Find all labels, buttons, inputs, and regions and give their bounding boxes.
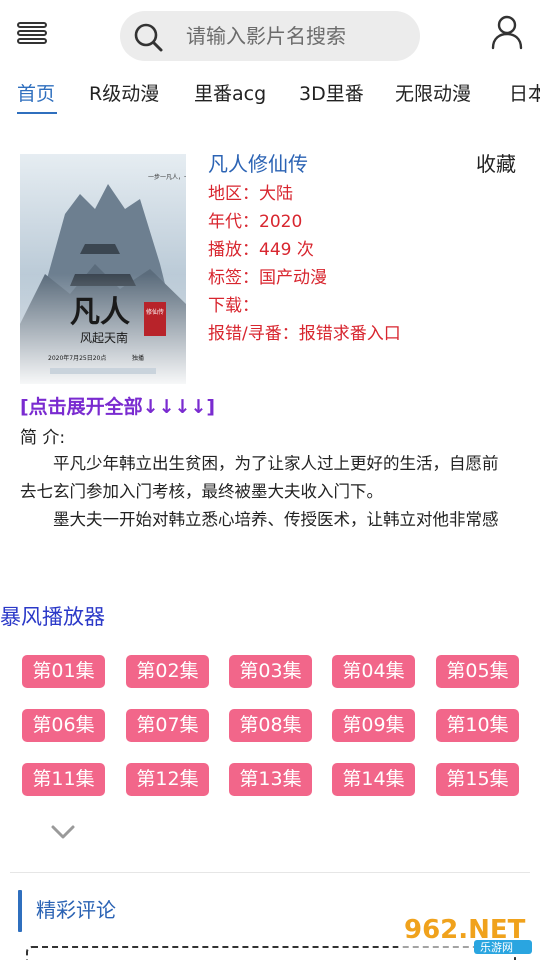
info-label: 地区： [208,184,259,204]
tab-home[interactable]: 首页 [17,80,55,108]
poster-platform: 独播 [132,354,144,362]
episode-grid: 第01集 第02集 第03集 第04集 第05集 第06集 第07集 第08集 … [22,655,522,805]
info-label: 年代： [208,212,259,232]
info-label: 标签： [208,268,259,288]
info-value: 大陆 [259,184,293,204]
episode-button[interactable]: 第05集 [436,655,519,688]
tab-lifan-acg[interactable]: 里番acg [194,80,266,108]
episode-button[interactable]: 第04集 [332,655,415,688]
section-accent-bar [18,890,22,932]
search-input[interactable]: 请输入影片名搜索 [120,11,420,61]
info-value: 449 次 [259,240,314,260]
episode-button[interactable]: 第13集 [229,763,312,796]
poster-image[interactable]: 一步一凡人，一念一仙途 凡人 修仙传 风起天南 2020年7月25日20点 独播 [20,154,186,384]
poster-subtitle: 风起天南 [80,330,128,345]
tag-link[interactable]: 国产动漫 [259,268,327,288]
category-tabs: 首页 R级动漫 里番acg 3D里番 无限动漫 日本 [0,72,540,120]
player-name: 暴风播放器 [0,605,105,629]
search-icon [134,23,163,52]
tab-3d-lifan[interactable]: 3D里番 [299,80,364,108]
poster-title-big: 凡人 [70,295,130,330]
report-link[interactable]: 报错求番入口 [299,324,401,344]
episode-button[interactable]: 第14集 [332,763,415,796]
info-label: 播放： [208,240,259,260]
episode-button[interactable]: 第01集 [22,655,105,688]
user-icon[interactable] [490,14,524,50]
watermark-sub: 乐游网 [480,941,513,954]
episode-button[interactable]: 第12集 [126,763,209,796]
info-label: 报错/寻番： [208,324,299,344]
tab-japan[interactable]: 日本 [509,80,540,108]
info-row-download: 下载： [208,294,259,318]
episode-button[interactable]: 第06集 [22,709,105,742]
info-value: 2020 [259,212,303,232]
anime-title[interactable]: 凡人修仙传 [208,150,308,178]
episode-button[interactable]: 第09集 [332,709,415,742]
active-tab-indicator [17,112,57,114]
tab-r-anime[interactable]: R级动漫 [89,80,159,108]
episode-button[interactable]: 第03集 [229,655,312,688]
hamburger-menu-icon[interactable] [14,18,50,48]
top-bar: 请输入影片名搜索 [0,0,540,70]
section-divider [10,872,530,873]
info-row-year: 年代：2020 [208,210,302,234]
info-row-tag: 标签：国产动漫 [208,266,327,290]
episode-button[interactable]: 第15集 [436,763,519,796]
tab-unlimited-anime[interactable]: 无限动漫 [395,80,471,108]
site-watermark-logo: 962.NET 乐游网 [398,908,536,956]
search-placeholder: 请输入影片名搜索 [186,24,346,48]
episode-button[interactable]: 第02集 [126,655,209,688]
intro-text: 平凡少年韩立出生贫困，为了让家人过上更好的生活，自愿前去七玄门参加入门考核，最终… [20,450,512,536]
episode-button[interactable]: 第10集 [436,709,519,742]
intro-paragraph: 墨大夫一开始对韩立悉心培养、传授医术，让韩立对他非常感激， [53,510,499,529]
intro-paragraph: 平凡少年韩立出生贫困，为了让家人过上更好的生活，自愿前去七玄门参加入门考核，最终… [20,454,499,501]
favorite-button[interactable]: 收藏 [476,150,516,178]
poster-seal: 修仙传 [146,308,164,316]
info-row-report: 报错/寻番：报错求番入口 [208,322,401,346]
info-row-region: 地区：大陆 [208,182,293,206]
chevron-down-icon[interactable] [50,821,76,843]
poster-date: 2020年7月25日20点 [48,354,106,362]
episode-button[interactable]: 第11集 [22,763,105,796]
poster-top-text: 一步一凡人，一念一仙途 [148,173,186,181]
episode-button[interactable]: 第08集 [229,709,312,742]
info-label: 下载： [208,296,259,316]
episode-button[interactable]: 第07集 [126,709,209,742]
expand-all-link[interactable]: [点击展开全部↓↓↓↓] [20,394,215,420]
intro-label: 简 介: [20,428,66,448]
info-row-plays: 播放：449 次 [208,238,314,262]
comments-title: 精彩评论 [36,898,116,922]
